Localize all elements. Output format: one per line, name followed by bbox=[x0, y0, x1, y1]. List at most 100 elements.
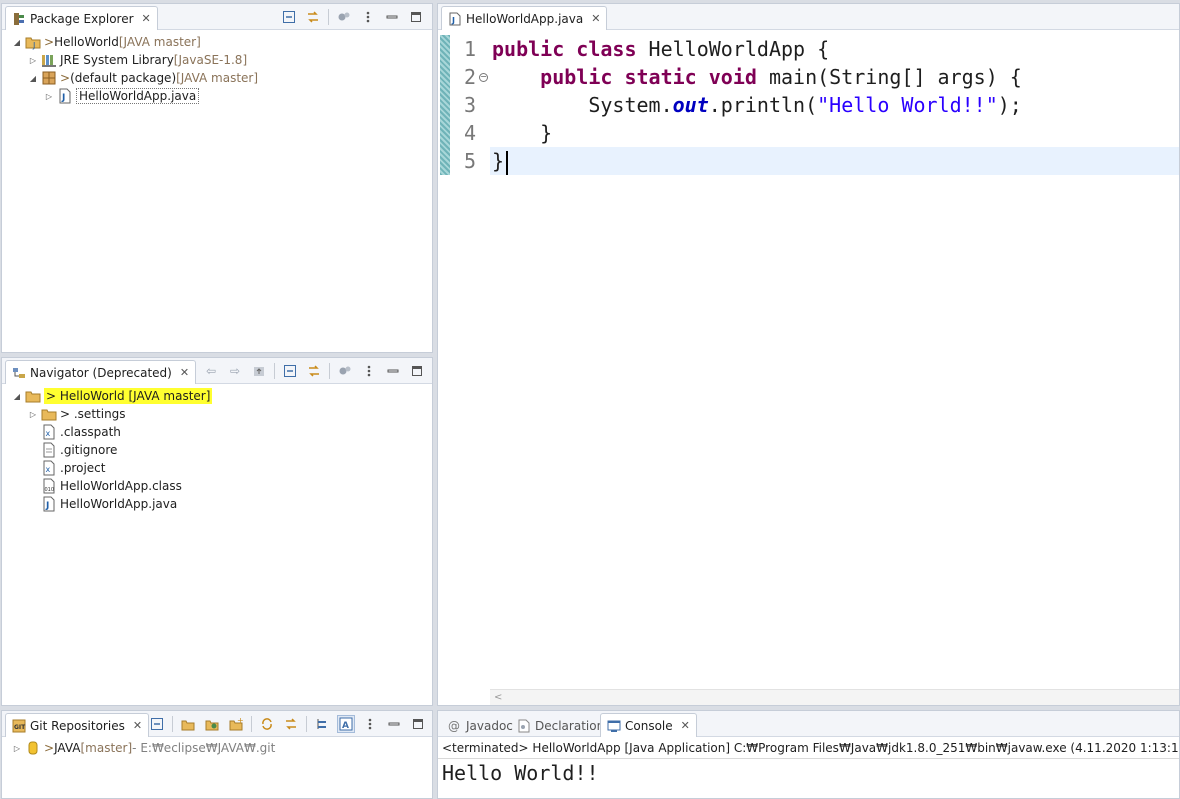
tree-item-project[interactable]: ◢ > HelloWorld [JAVA master] bbox=[12, 387, 213, 405]
go-up-icon[interactable] bbox=[250, 362, 268, 380]
git-repositories-toolbar: + A bbox=[148, 715, 427, 733]
package-explorer-tabbar: Package Explorer ✕ bbox=[2, 4, 432, 30]
text-file-icon bbox=[41, 442, 57, 458]
code-text: ); bbox=[997, 93, 1022, 117]
default-package-label: (default package) bbox=[70, 71, 177, 85]
tab-package-explorer[interactable]: Package Explorer ✕ bbox=[5, 6, 158, 30]
view-menu-icon[interactable] bbox=[359, 8, 377, 26]
expanded-arrow-icon[interactable]: ◢ bbox=[12, 38, 22, 47]
git-repositories-view: GIT Git Repositories ✕ + A ▷ > JAVA bbox=[1, 710, 433, 799]
close-icon[interactable]: ✕ bbox=[591, 12, 600, 25]
tree-item-repository[interactable]: ▷ > JAVA [master] - E:₩eclipse₩JAVA₩.git bbox=[12, 739, 275, 757]
project-file-label: .project bbox=[60, 461, 106, 475]
tree-item-settings[interactable]: ▷ > .settings bbox=[28, 405, 126, 423]
console-view: @ Javadoc Declaration Console ✕ <termina… bbox=[437, 710, 1180, 799]
tab-navigator[interactable]: Navigator (Deprecated) ✕ bbox=[5, 360, 197, 384]
horizontal-scrollbar[interactable]: < bbox=[490, 689, 1179, 705]
filters-icon[interactable] bbox=[335, 8, 353, 26]
close-icon[interactable]: ✕ bbox=[180, 366, 189, 379]
navigator-icon bbox=[12, 366, 26, 380]
class-file-label: HelloWorldApp.class bbox=[60, 479, 182, 493]
add-repository-icon[interactable] bbox=[179, 715, 197, 733]
link-with-selection-icon[interactable] bbox=[282, 715, 300, 733]
folder-icon bbox=[41, 406, 57, 422]
code-text: } bbox=[492, 149, 505, 173]
line-number: 1 bbox=[464, 37, 477, 61]
minimize-icon[interactable] bbox=[384, 362, 402, 380]
collapsed-arrow-icon[interactable]: ▷ bbox=[44, 92, 54, 101]
java-file-icon: J bbox=[57, 88, 73, 104]
maximize-icon[interactable] bbox=[407, 8, 425, 26]
close-icon[interactable]: ✕ bbox=[133, 719, 142, 732]
collapsed-arrow-icon[interactable]: ▷ bbox=[28, 410, 38, 419]
collapse-all-icon[interactable] bbox=[148, 715, 166, 733]
expanded-arrow-icon[interactable]: ◢ bbox=[28, 74, 38, 83]
tree-item-class-file[interactable]: 010 HelloWorldApp.class bbox=[38, 477, 182, 495]
collapse-all-icon[interactable] bbox=[281, 362, 299, 380]
refresh-icon[interactable] bbox=[258, 715, 276, 733]
svg-text:GIT: GIT bbox=[14, 724, 26, 731]
show-details-icon[interactable]: A bbox=[337, 715, 355, 733]
create-repository-icon[interactable]: + bbox=[227, 715, 245, 733]
package-explorer-toolbar bbox=[280, 8, 425, 26]
code-text: System. bbox=[588, 93, 673, 117]
hierarchical-layout-icon[interactable] bbox=[313, 715, 331, 733]
declaration-icon bbox=[517, 719, 531, 733]
view-menu-icon[interactable] bbox=[360, 362, 378, 380]
package-explorer-icon bbox=[12, 12, 26, 26]
git-icon: GIT bbox=[12, 719, 26, 733]
back-icon[interactable]: ⇦ bbox=[202, 362, 220, 380]
tree-item-project-file[interactable]: x .project bbox=[38, 459, 105, 477]
keyword: public class bbox=[492, 37, 649, 61]
view-menu-icon[interactable] bbox=[361, 715, 379, 733]
tab-hello-world-app-java[interactable]: J HelloWorldApp.java ✕ bbox=[441, 6, 608, 30]
forward-icon[interactable]: ⇨ bbox=[226, 362, 244, 380]
svg-text:x: x bbox=[46, 465, 51, 474]
collapsed-arrow-icon[interactable]: ▷ bbox=[28, 56, 38, 65]
tab-console[interactable]: Console ✕ bbox=[600, 713, 697, 737]
code-area[interactable]: public class HelloWorldApp { public stat… bbox=[490, 31, 1179, 705]
git-repositories-tabbar: GIT Git Repositories ✕ + A bbox=[2, 711, 432, 737]
minimize-icon[interactable] bbox=[383, 8, 401, 26]
maximize-icon[interactable] bbox=[408, 362, 426, 380]
tree-item-gitignore[interactable]: .gitignore bbox=[38, 441, 117, 459]
repository-branch: [master] bbox=[80, 741, 133, 755]
default-package-prefix: > bbox=[60, 71, 71, 85]
java-file-label: HelloWorldApp.java bbox=[60, 497, 178, 511]
navigator-toolbar: ⇦ ⇨ bbox=[202, 362, 426, 380]
minimize-icon[interactable] bbox=[385, 715, 403, 733]
tab-git-repositories[interactable]: GIT Git Repositories ✕ bbox=[5, 713, 150, 737]
java-file-icon: J bbox=[448, 12, 462, 26]
editor-gutter: 1 2 − 3 4 5 bbox=[438, 31, 490, 705]
tab-label: Console bbox=[625, 718, 673, 733]
toolbar-separator bbox=[172, 716, 173, 732]
tree-item-jre-library[interactable]: ▷ JRE System Library [JavaSE-1.8] bbox=[28, 51, 247, 69]
link-with-editor-icon[interactable] bbox=[304, 8, 322, 26]
editor-tabbar: J HelloWorldApp.java ✕ bbox=[438, 4, 1179, 30]
fold-icon[interactable]: − bbox=[479, 73, 488, 82]
tab-declaration[interactable]: Declaration bbox=[510, 713, 611, 737]
scroll-left-icon[interactable]: < bbox=[494, 692, 502, 703]
project-folder-icon bbox=[25, 388, 41, 404]
tree-item-java-file[interactable]: J HelloWorldApp.java bbox=[38, 495, 177, 513]
filters-icon[interactable] bbox=[336, 362, 354, 380]
collapse-all-icon[interactable] bbox=[280, 8, 298, 26]
clone-repository-icon[interactable] bbox=[203, 715, 221, 733]
close-icon[interactable]: ✕ bbox=[681, 719, 690, 732]
xml-file-icon: x bbox=[41, 460, 57, 476]
tab-javadoc[interactable]: @ Javadoc bbox=[441, 713, 520, 737]
link-with-editor-icon[interactable] bbox=[305, 362, 323, 380]
expanded-arrow-icon[interactable]: ◢ bbox=[12, 392, 22, 401]
tree-item-classpath[interactable]: x .classpath bbox=[38, 423, 121, 441]
maximize-icon[interactable] bbox=[409, 715, 427, 733]
toolbar-separator bbox=[329, 363, 330, 379]
tree-item-java-file[interactable]: ▷ J HelloWorldApp.java bbox=[44, 87, 200, 105]
console-output[interactable]: Hello World!! bbox=[442, 761, 599, 785]
tree-item-project[interactable]: ◢ J > HelloWorld [JAVA master] bbox=[12, 33, 201, 51]
project-prefix: > bbox=[44, 35, 55, 49]
close-icon[interactable]: ✕ bbox=[142, 12, 151, 25]
line-number: 3 bbox=[464, 93, 477, 117]
collapsed-arrow-icon[interactable]: ▷ bbox=[12, 744, 22, 753]
navigator-tabbar: Navigator (Deprecated) ✕ ⇦ ⇨ bbox=[2, 358, 432, 384]
tree-item-default-package[interactable]: ◢ > (default package) [JAVA master] bbox=[28, 69, 258, 87]
